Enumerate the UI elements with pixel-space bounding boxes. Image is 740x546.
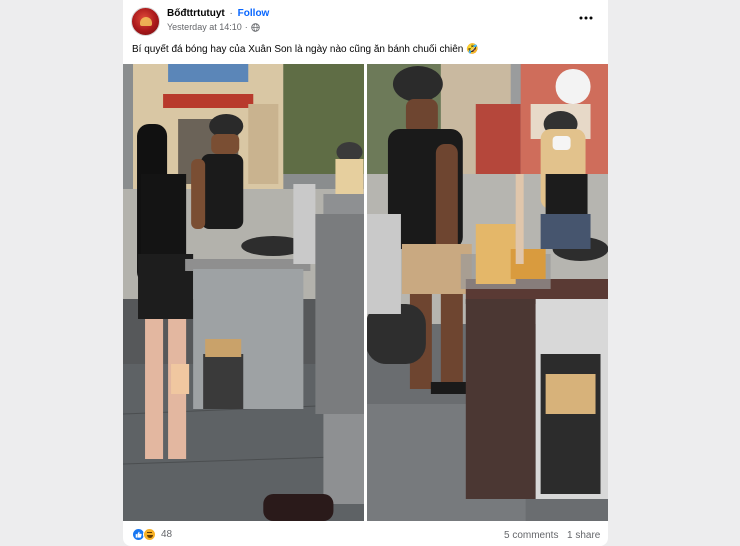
comments-link[interactable]: 5 comments [504,530,558,541]
separator-dot: · [229,8,233,19]
post-caption: Bí quyết đá bóng hay của Xuân Son là ngà… [132,44,479,55]
author-avatar[interactable] [131,7,160,36]
street-scene-right [365,64,608,521]
more-options-icon[interactable] [578,10,594,26]
follow-button[interactable]: Follow [238,8,270,19]
image-divider [364,64,367,521]
photo-right[interactable] [365,64,608,521]
author-line: Bốđttrtutuyt · Follow [167,8,269,19]
street-scene-left [123,64,366,521]
post-header: Bốđttrtutuyt · Follow Yesterday at 14:10… [123,0,608,40]
post-card: Bốđttrtutuyt · Follow Yesterday at 14:10… [123,0,608,546]
shares-link[interactable]: 1 share [567,530,600,541]
meta-separator-dot: · [244,22,248,32]
reactions-summary[interactable]: 48 [132,528,172,541]
post-footer: 48 5 comments 1 share [123,521,608,546]
post-meta: Yesterday at 14:10 · [167,22,260,32]
post-timestamp[interactable]: Yesterday at 14:10 [167,22,242,32]
post-media[interactable] [123,64,608,521]
photo-left[interactable] [123,64,366,521]
globe-icon [251,22,260,32]
haha-icon [143,528,156,541]
author-name[interactable]: Bốđttrtutuyt [167,8,225,19]
reaction-count: 48 [161,529,173,540]
